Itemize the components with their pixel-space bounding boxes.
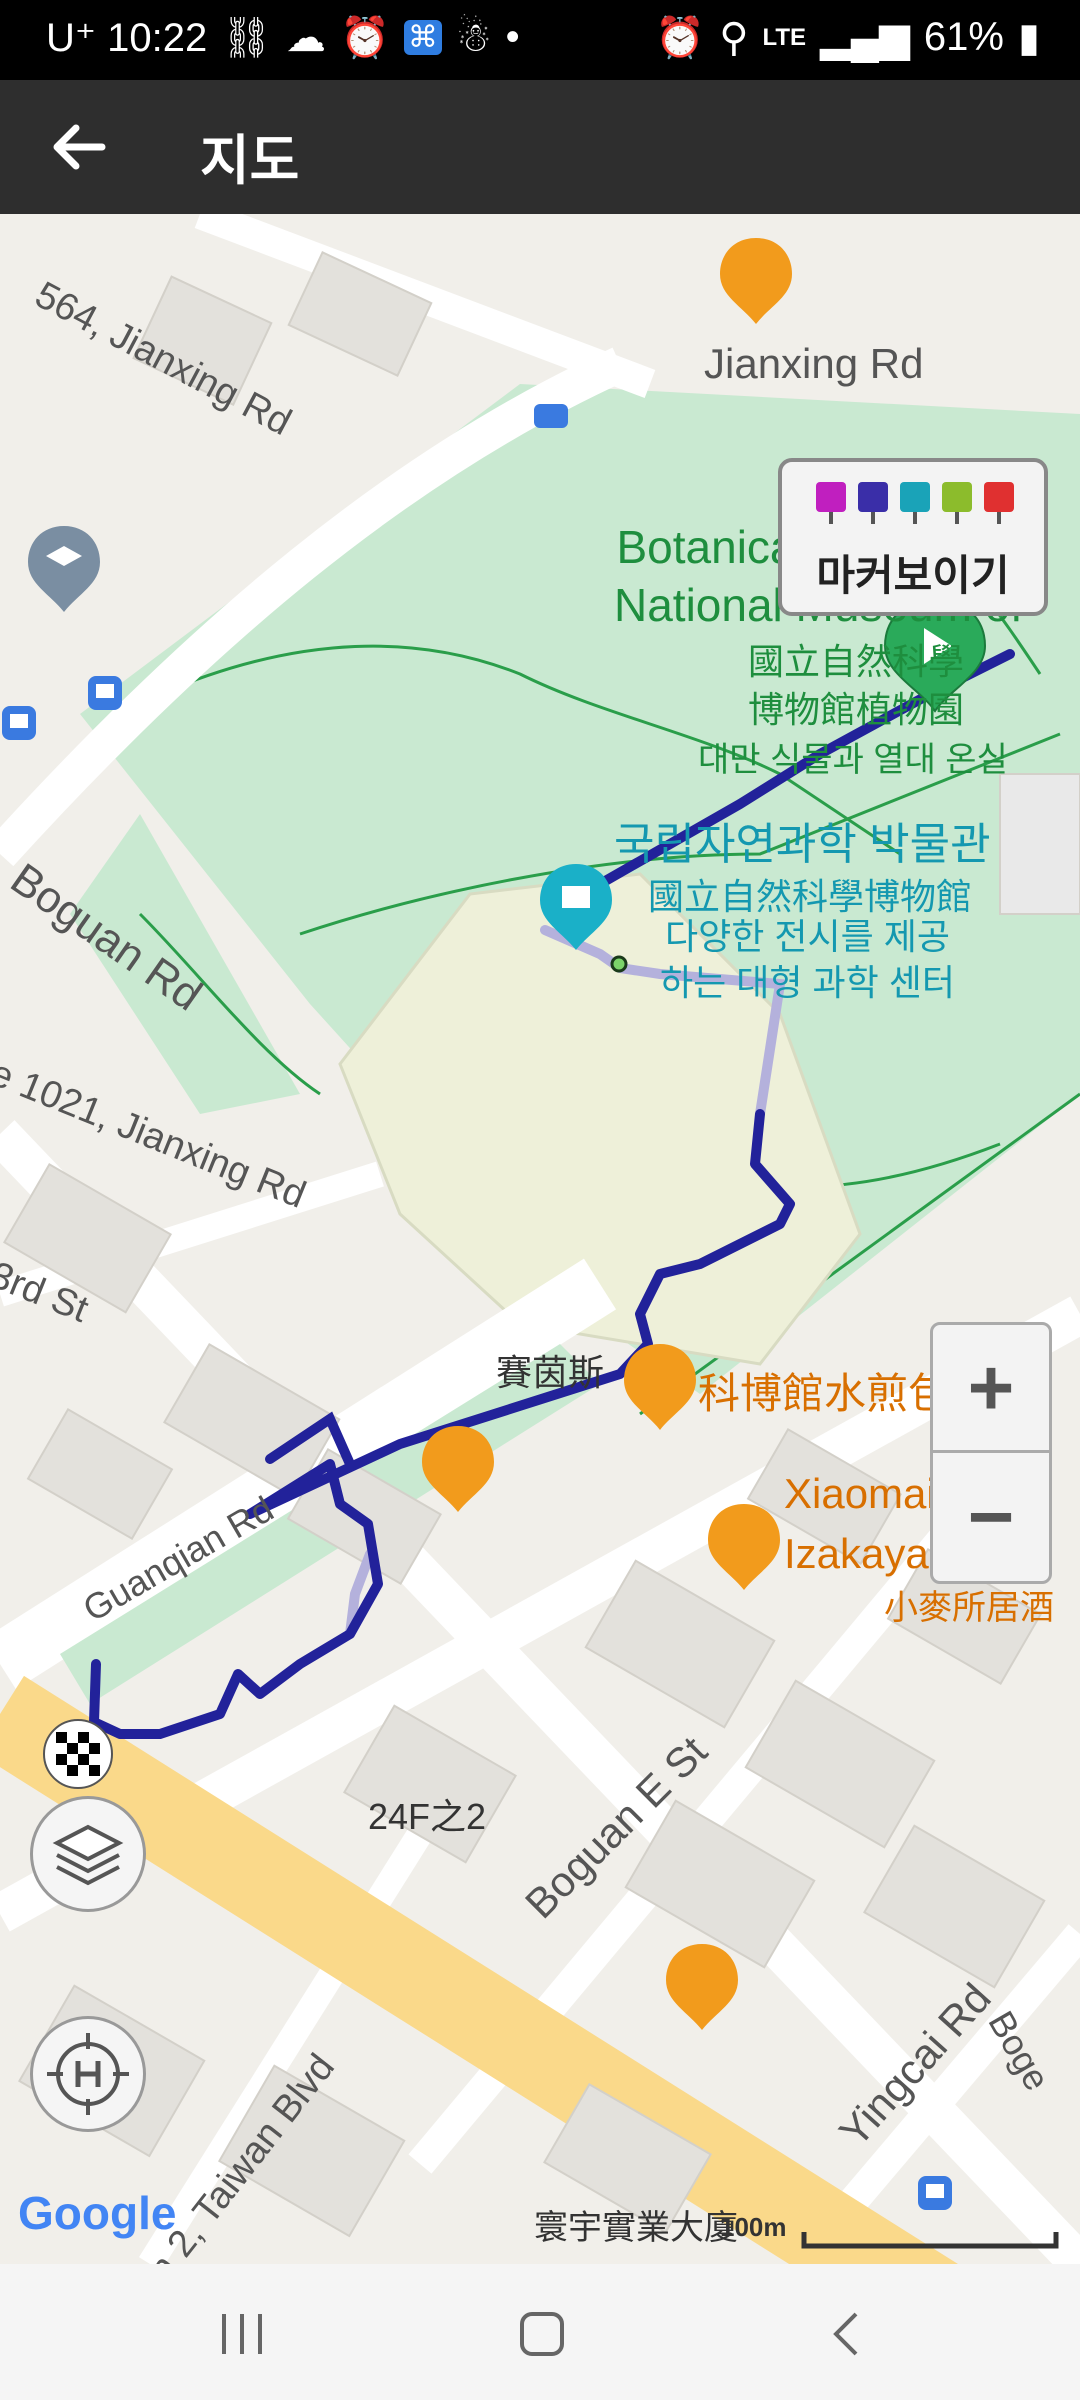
zoom-controls: + −: [930, 1322, 1052, 1584]
my-location-button[interactable]: [30, 2016, 146, 2132]
battery-icon: ▮: [1017, 15, 1040, 60]
flag-marker-icon: [984, 482, 1014, 524]
google-logo: Google: [18, 2187, 177, 2239]
page-title: 지도: [200, 131, 300, 191]
place-label: 24F之2: [368, 1796, 487, 1837]
back-arrow-icon[interactable]: [46, 114, 112, 180]
link-icon: ⛓: [221, 16, 272, 60]
cloud-icon: ☁: [286, 15, 326, 60]
app-bar: 지도: [0, 80, 1080, 214]
crosshair-icon: [47, 2033, 129, 2115]
poi-label-museum-desc: 다양한 전시를 제공 하는 대형 과학 센터: [660, 916, 955, 1003]
network-type: LTE: [762, 23, 807, 51]
location-icon: ⚲: [719, 15, 749, 60]
poi-label-garden-zh: 國立自然科學 博物館植物園: [748, 641, 965, 730]
alarm-status-icon: ⏰: [655, 16, 706, 60]
poi-label-garden-ko: 대만 식물과 열대 온실: [698, 741, 1008, 779]
signal-icon: ▂▄▆: [820, 15, 910, 60]
status-time: U⁺ 10:22: [46, 15, 208, 60]
zoom-out-button[interactable]: −: [933, 1453, 1049, 1581]
road-label: Jianxing Rd: [704, 340, 924, 387]
poi-label-museum-ko: 국립자연과학 박물관: [614, 820, 991, 869]
show-markers-label: 마커보이기: [816, 552, 1010, 599]
system-back-icon[interactable]: [822, 2308, 874, 2360]
status-bar: U⁺ 10:22 ⛓ ☁ ⏰ ⌘ ☃ • ⏰ ⚲ LTE ▂▄▆ 61% ▮: [0, 0, 1080, 80]
place-label: 寰宇實業大廈: [534, 2209, 738, 2247]
place-label: 賽茵斯: [496, 1352, 605, 1393]
poi-label-restaurant-zh: 小麥所居酒: [884, 1589, 1054, 1627]
note-marker-icon: [942, 482, 972, 524]
poi-label-restaurant[interactable]: 科博館水煎包: [698, 1360, 950, 1421]
show-markers-button[interactable]: 마커보이기: [778, 458, 1048, 616]
recent-apps-icon[interactable]: [216, 2308, 268, 2360]
map-view[interactable]: 564, Jianxing Rd Jianxing Rd Botanical G…: [0, 214, 1080, 2264]
poi-label-museum-zh: 國立自然科學博物館: [648, 876, 973, 917]
system-nav-bar: [0, 2264, 1080, 2400]
alarm-icon: ⏰: [340, 16, 390, 60]
home-icon[interactable]: [516, 2308, 568, 2360]
pen-marker-icon: [900, 482, 930, 524]
zoom-in-button[interactable]: +: [933, 1325, 1049, 1453]
layers-button[interactable]: [30, 1796, 146, 1912]
dot-icon: •: [505, 15, 520, 59]
layers-icon: [52, 1824, 124, 1886]
app-badge-icon: ⌘: [403, 20, 442, 55]
camera-marker-icon: [816, 482, 846, 524]
scale-label: 100m: [720, 2212, 787, 2242]
video-marker-icon: [858, 482, 888, 524]
battery-percent: 61%: [923, 15, 1004, 59]
notification-icon: ☃: [455, 15, 492, 60]
